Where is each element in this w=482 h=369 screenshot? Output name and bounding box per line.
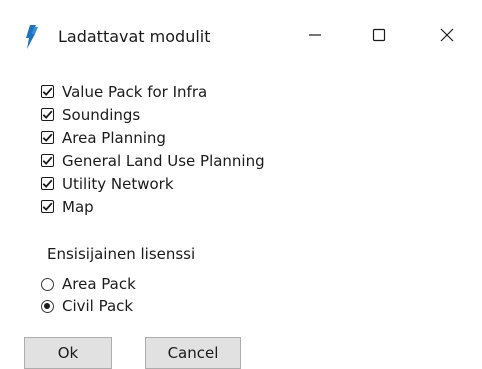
module-label: Utility Network bbox=[62, 174, 174, 193]
module-label: Soundings bbox=[62, 105, 141, 124]
window-title: Ladattavat modulit bbox=[58, 27, 211, 46]
module-item-area-planning[interactable]: Area Planning bbox=[41, 126, 265, 149]
ok-button[interactable]: Ok bbox=[24, 337, 112, 369]
maximize-icon bbox=[372, 27, 386, 46]
dialog-window: Ladattavat modulit Value Pack for Infra … bbox=[0, 0, 482, 369]
license-group-label: Ensisijainen lisenssi bbox=[47, 245, 196, 263]
module-label: General Land Use Planning bbox=[62, 151, 265, 170]
radio-button[interactable] bbox=[41, 277, 54, 291]
license-option-civil-pack[interactable]: Civil Pack bbox=[41, 295, 136, 317]
checkbox[interactable] bbox=[41, 154, 54, 167]
module-item-value-pack-for-infra[interactable]: Value Pack for Infra bbox=[41, 80, 265, 103]
license-option-label: Area Pack bbox=[62, 275, 136, 293]
radio-button[interactable] bbox=[41, 299, 54, 313]
close-button[interactable] bbox=[424, 18, 470, 54]
license-option-area-pack[interactable]: Area Pack bbox=[41, 273, 136, 295]
checkbox[interactable] bbox=[41, 200, 54, 213]
minimize-button[interactable] bbox=[292, 18, 338, 54]
module-checklist: Value Pack for Infra Soundings Area Plan… bbox=[41, 80, 265, 218]
license-option-label: Civil Pack bbox=[62, 297, 134, 315]
title-bar[interactable]: Ladattavat modulit bbox=[0, 0, 482, 64]
checkbox[interactable] bbox=[41, 85, 54, 98]
module-label: Area Planning bbox=[62, 128, 166, 147]
module-label: Map bbox=[62, 197, 94, 216]
checkbox[interactable] bbox=[41, 177, 54, 190]
module-label: Value Pack for Infra bbox=[62, 82, 208, 101]
close-icon bbox=[440, 27, 454, 46]
checkbox[interactable] bbox=[41, 108, 54, 121]
lightning-icon bbox=[23, 24, 41, 50]
module-item-general-land-use-planning[interactable]: General Land Use Planning bbox=[41, 149, 265, 172]
minimize-icon bbox=[308, 27, 322, 46]
checkbox[interactable] bbox=[41, 131, 54, 144]
license-radio-group: Area Pack Civil Pack bbox=[41, 273, 136, 317]
module-item-soundings[interactable]: Soundings bbox=[41, 103, 265, 126]
maximize-button[interactable] bbox=[356, 18, 402, 54]
module-item-utility-network[interactable]: Utility Network bbox=[41, 172, 265, 195]
module-item-map[interactable]: Map bbox=[41, 195, 265, 218]
cancel-button[interactable]: Cancel bbox=[145, 337, 241, 369]
